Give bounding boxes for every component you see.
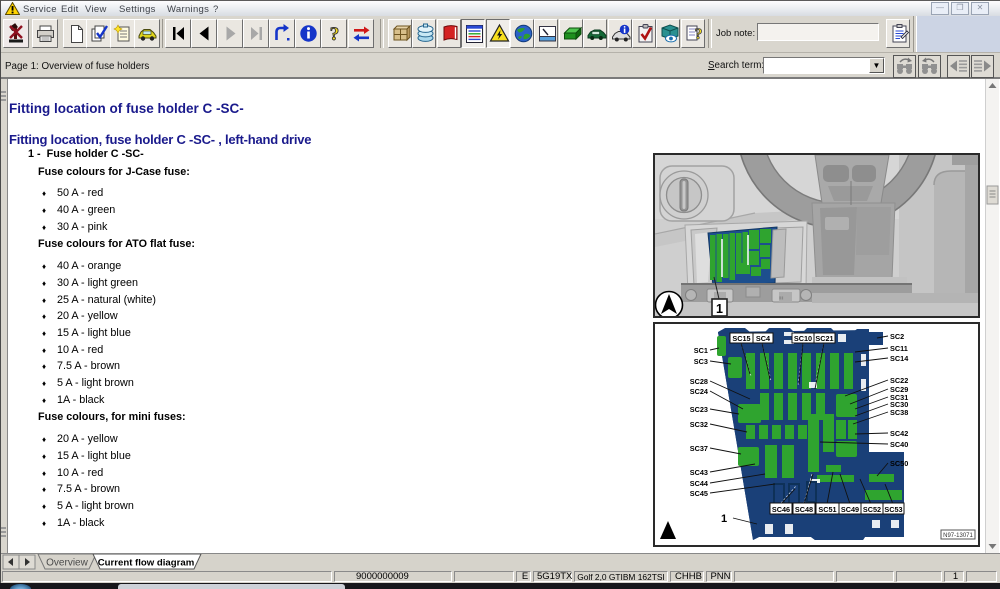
svg-text:?: ? <box>330 24 340 45</box>
svg-text:SC24: SC24 <box>690 387 709 396</box>
svg-text:SC4: SC4 <box>756 334 771 343</box>
svg-text:SC51: SC51 <box>818 505 836 514</box>
svg-text:SC52: SC52 <box>863 505 881 514</box>
svg-text:SC50: SC50 <box>890 459 908 468</box>
svg-text:SC53: SC53 <box>884 505 902 514</box>
svg-text:SC44: SC44 <box>690 479 709 488</box>
svg-text:SC21: SC21 <box>815 334 833 343</box>
svg-text:1: 1 <box>721 513 727 525</box>
svg-text:SC38: SC38 <box>890 408 908 417</box>
svg-text:SC15: SC15 <box>732 334 750 343</box>
svg-text:SC42: SC42 <box>890 429 908 438</box>
svg-text:Overview: Overview <box>46 558 88 569</box>
svg-text:N97-13071: N97-13071 <box>943 533 973 539</box>
svg-text:SC43: SC43 <box>690 468 708 477</box>
svg-text:SC46: SC46 <box>772 505 790 514</box>
svg-text:SC40: SC40 <box>890 440 908 449</box>
svg-text:SC28: SC28 <box>690 377 708 386</box>
svg-text:SC22: SC22 <box>890 376 908 385</box>
svg-text:SC32: SC32 <box>690 420 708 429</box>
svg-text:SC14: SC14 <box>890 354 909 363</box>
svg-text:SC3: SC3 <box>694 357 708 366</box>
svg-text:SC1: SC1 <box>694 346 708 355</box>
svg-text:SC2: SC2 <box>890 332 904 341</box>
svg-text:SC49: SC49 <box>841 505 859 514</box>
svg-text:SC11: SC11 <box>890 344 908 353</box>
svg-text:?: ? <box>695 26 703 43</box>
svg-text:▮▮: ▮▮ <box>779 295 783 300</box>
svg-text:SC48: SC48 <box>795 505 813 514</box>
svg-text:1: 1 <box>716 302 723 316</box>
svg-text:SC23: SC23 <box>690 405 708 414</box>
svg-text:SC10: SC10 <box>794 334 812 343</box>
svg-text:SC45: SC45 <box>690 489 708 498</box>
svg-text:Current flow diagram: Current flow diagram <box>98 558 194 569</box>
svg-text:SC37: SC37 <box>690 444 708 453</box>
